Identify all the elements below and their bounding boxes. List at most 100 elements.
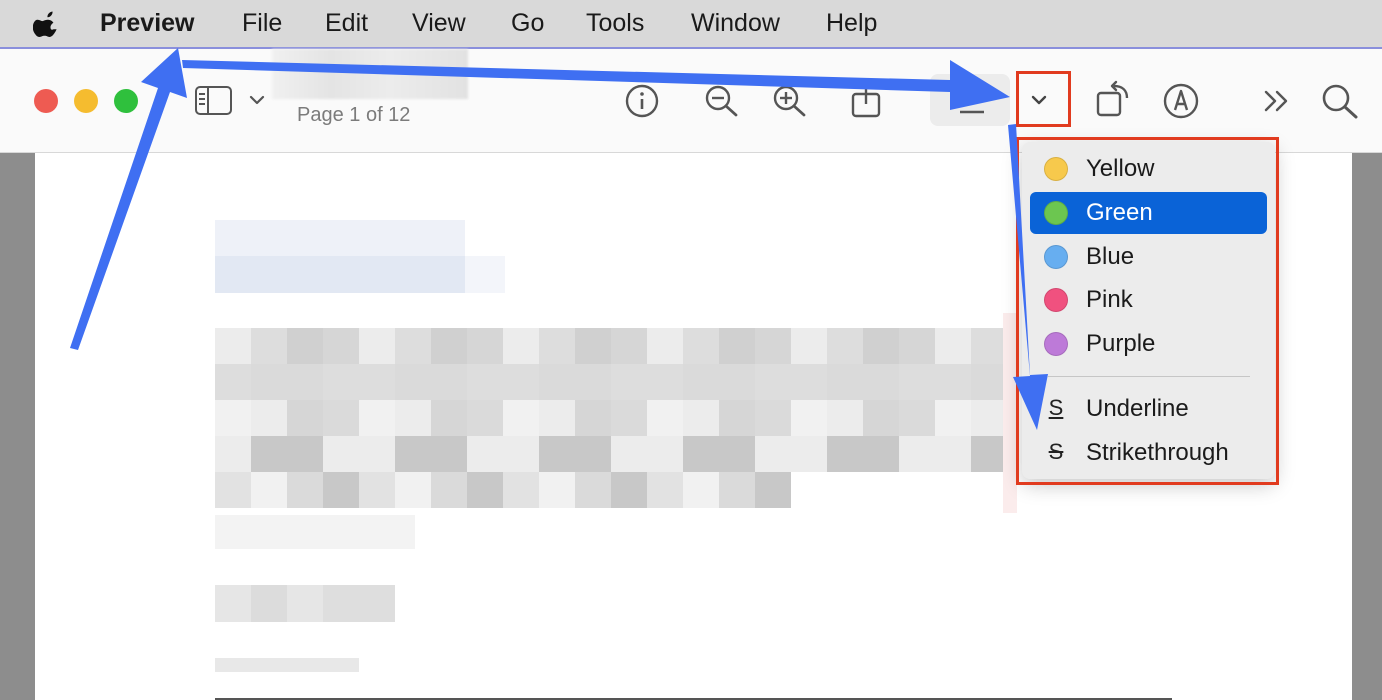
zoom-out-icon[interactable] bbox=[702, 83, 740, 119]
redacted-pixel bbox=[755, 472, 791, 508]
more-tools-chevron-icon[interactable] bbox=[1262, 88, 1292, 114]
redacted-pixel bbox=[611, 400, 647, 436]
info-icon[interactable] bbox=[624, 83, 660, 119]
redacted-pixel bbox=[683, 436, 719, 472]
redacted-pixel bbox=[467, 328, 503, 364]
redacted-pixel bbox=[359, 400, 395, 436]
redacted-pixel bbox=[647, 400, 683, 436]
page-indicator: Page 1 of 12 bbox=[297, 104, 411, 126]
redacted-pixel bbox=[467, 400, 503, 436]
redacted-pixel bbox=[215, 472, 251, 508]
search-icon[interactable] bbox=[1320, 82, 1360, 120]
redacted-pixel bbox=[899, 436, 935, 472]
share-icon[interactable] bbox=[849, 84, 883, 118]
menu-view[interactable]: View bbox=[412, 9, 466, 38]
zoom-in-icon[interactable] bbox=[770, 83, 808, 119]
redacted-pixel bbox=[611, 436, 647, 472]
sidebar-chevron-down-icon[interactable] bbox=[248, 93, 266, 107]
highlighter-icon bbox=[960, 110, 984, 114]
redacted-pixel bbox=[431, 328, 467, 364]
redacted-pixel bbox=[503, 328, 539, 364]
redacted-pixel bbox=[827, 400, 863, 436]
menu-bar: Preview File Edit View Go Tools Window H… bbox=[0, 0, 1382, 47]
minimize-window-button[interactable] bbox=[74, 89, 98, 113]
redacted-pixel bbox=[503, 472, 539, 508]
redacted-pixel bbox=[215, 364, 251, 400]
redacted-pixel bbox=[863, 328, 899, 364]
redacted-pixel bbox=[323, 364, 359, 400]
redacted-pixel bbox=[431, 400, 467, 436]
redacted-pixel bbox=[719, 328, 755, 364]
redacted-pixel bbox=[611, 328, 647, 364]
redacted-pixel bbox=[215, 400, 251, 436]
redacted-pixel bbox=[971, 400, 1007, 436]
redacted-pixel bbox=[323, 400, 359, 436]
redacted-pixel bbox=[251, 364, 287, 400]
redacted-pixel bbox=[287, 400, 323, 436]
redacted-pixel bbox=[575, 364, 611, 400]
menu-help[interactable]: Help bbox=[826, 9, 877, 38]
redacted-pixel bbox=[755, 400, 791, 436]
redacted-pixel bbox=[683, 328, 719, 364]
menu-tools[interactable]: Tools bbox=[586, 9, 644, 38]
redacted-pixel bbox=[755, 364, 791, 400]
menu-app-preview[interactable]: Preview bbox=[100, 9, 195, 38]
redacted-pixel bbox=[791, 328, 827, 364]
redacted-pixel bbox=[503, 436, 539, 472]
redacted-pixel bbox=[539, 364, 575, 400]
rotate-icon[interactable] bbox=[1094, 80, 1134, 120]
redacted-pixel bbox=[395, 328, 431, 364]
redacted-pixel bbox=[827, 436, 863, 472]
redacted-pixel bbox=[719, 436, 755, 472]
sidebar-icon[interactable] bbox=[194, 85, 234, 117]
redacted-pixel bbox=[467, 436, 503, 472]
apple-icon[interactable] bbox=[33, 8, 61, 38]
redacted-pixel bbox=[359, 328, 395, 364]
redacted-pixel bbox=[611, 472, 647, 508]
redacted-pixel bbox=[395, 472, 431, 508]
redacted-pixel bbox=[863, 364, 899, 400]
menu-callout-box bbox=[1016, 137, 1279, 485]
redacted-pixel bbox=[395, 364, 431, 400]
redacted-pixel bbox=[287, 364, 323, 400]
menu-go[interactable]: Go bbox=[511, 9, 544, 38]
redacted-pixel bbox=[647, 436, 683, 472]
document-title bbox=[272, 49, 468, 99]
redacted-pixel bbox=[827, 364, 863, 400]
menu-edit[interactable]: Edit bbox=[325, 9, 368, 38]
redacted-pixel bbox=[323, 328, 359, 364]
redacted-pixel bbox=[827, 328, 863, 364]
redacted-pixel bbox=[215, 328, 251, 364]
close-window-button[interactable] bbox=[34, 89, 58, 113]
menu-file[interactable]: File bbox=[242, 9, 282, 38]
redacted-pixel bbox=[935, 364, 971, 400]
redacted-pixel bbox=[935, 328, 971, 364]
redacted-pixel bbox=[971, 436, 1007, 472]
redacted-pixel bbox=[899, 328, 935, 364]
redacted-pixel bbox=[791, 400, 827, 436]
redacted-pixel bbox=[935, 400, 971, 436]
redacted-pixel bbox=[863, 436, 899, 472]
markup-icon[interactable] bbox=[1162, 82, 1200, 120]
redacted-pixel bbox=[971, 328, 1007, 364]
redacted-pixel bbox=[647, 472, 683, 508]
redacted-pixel bbox=[251, 436, 287, 472]
redacted-pixel bbox=[395, 436, 431, 472]
zoom-window-button[interactable] bbox=[114, 89, 138, 113]
redacted-pixel bbox=[359, 364, 395, 400]
redacted-pixel bbox=[359, 436, 395, 472]
redacted-pixel bbox=[467, 472, 503, 508]
redacted-pixel bbox=[899, 364, 935, 400]
redacted-pixel bbox=[251, 328, 287, 364]
redacted-pixel bbox=[215, 436, 251, 472]
redacted-pixel bbox=[935, 436, 971, 472]
redacted-pixel bbox=[251, 400, 287, 436]
redacted-pixel bbox=[323, 436, 359, 472]
highlight-chevron-callout-box bbox=[1016, 71, 1071, 127]
menu-window[interactable]: Window bbox=[691, 9, 780, 38]
redacted-pixel bbox=[683, 364, 719, 400]
redacted-pixel bbox=[503, 364, 539, 400]
redacted-pixel bbox=[971, 364, 1007, 400]
redacted-pixel bbox=[683, 400, 719, 436]
redacted-pixel bbox=[683, 472, 719, 508]
